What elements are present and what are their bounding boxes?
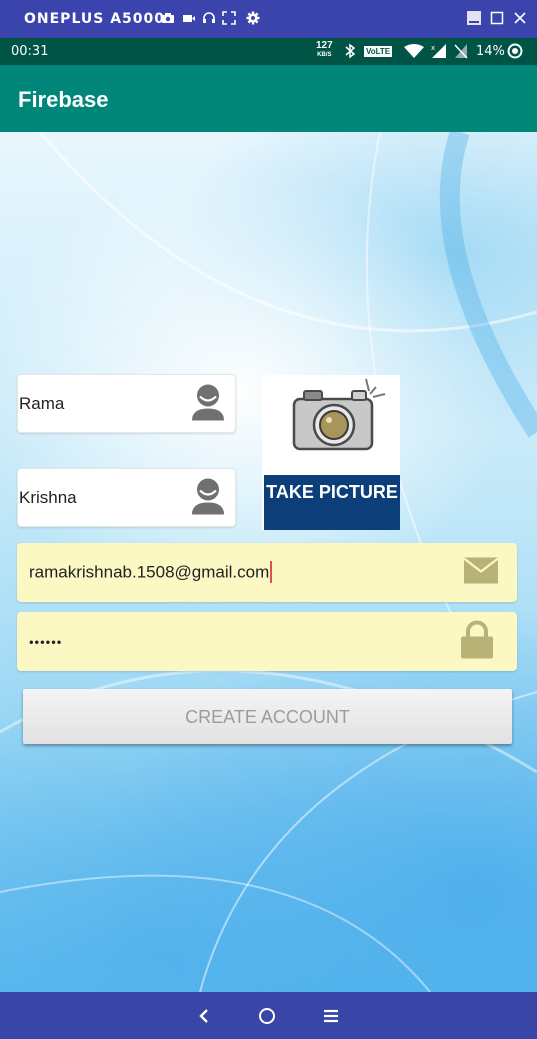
battery-percent: 14% [476,44,505,59]
close-icon[interactable] [511,9,529,27]
take-picture-label: TAKE PICTURE [266,482,398,502]
signal-icon: x [430,43,448,62]
volte-badge: VoLTE [364,46,393,57]
signal-icon-2 [453,43,469,62]
network-speed: 127 KB/S [316,40,333,59]
app-title: Firebase [18,87,109,112]
create-account-button[interactable]: CREATE ACCOUNT [23,689,512,744]
minimize-icon[interactable] [465,9,483,27]
gear-icon[interactable] [246,11,260,25]
take-picture-band: TAKE PICTURE [264,475,400,530]
bluetooth-icon [344,43,356,62]
fullscreen-icon[interactable] [222,11,236,25]
navigation-bar [0,992,537,1039]
email-text: ramakrishnab.1508@gmail.com [29,561,270,581]
first-name-field[interactable]: Rama [17,374,236,433]
status-bar: 00:31 127 KB/S VoLTE x 14% [0,38,537,65]
take-picture-button[interactable]: TAKE PICTURE [262,375,400,530]
first-name-value: Rama [19,393,65,413]
window-title-bar: ONEPLUS A5000 [0,0,537,38]
camera-icon [292,378,386,451]
email-value: ramakrishnab.1508@gmail.com [29,560,273,584]
email-field[interactable]: ramakrishnab.1508@gmail.com [17,543,517,602]
app-bar: Firebase [0,65,537,132]
password-value: •••••• [29,634,63,649]
svg-text:x: x [431,44,435,52]
menu-icon[interactable] [320,1005,342,1027]
clock: 00:31 [11,44,49,59]
envelope-icon [463,557,499,588]
person-icon [190,382,226,425]
battery-icon [507,43,523,62]
person-icon [190,476,226,519]
last-name-value: Krishna [19,487,77,507]
camera-icon[interactable] [161,11,175,25]
wifi-icon [404,44,424,62]
network-speed-unit: KB/S [317,52,332,58]
maximize-icon[interactable] [488,9,506,27]
network-speed-value: 127 [316,40,333,51]
text-cursor [270,560,273,583]
back-icon[interactable] [193,1005,215,1027]
home-icon[interactable] [256,1005,278,1027]
password-field[interactable]: •••••• [17,612,517,671]
headset-icon[interactable] [202,11,216,25]
lock-icon [460,620,494,663]
last-name-field[interactable]: Krishna [17,468,236,527]
device-title: ONEPLUS A5000 [24,11,165,27]
video-icon[interactable] [182,11,196,25]
create-account-label: CREATE ACCOUNT [185,707,350,727]
